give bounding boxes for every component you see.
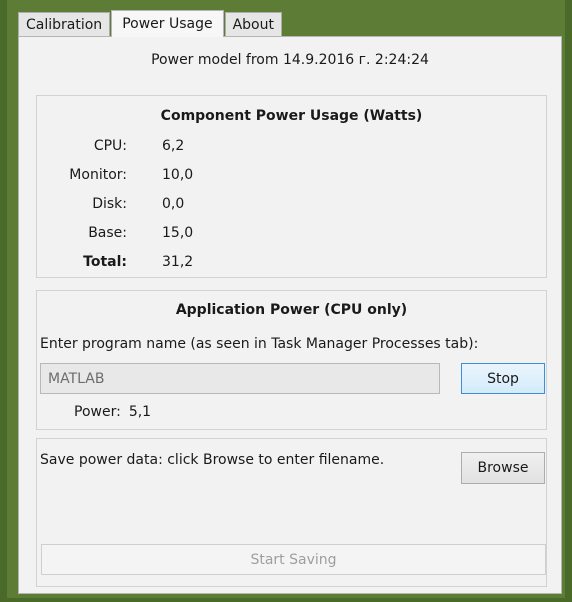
power-value: 5,1 <box>128 404 152 420</box>
component-label: Total: <box>83 254 127 270</box>
component-row-disk: Disk: 0,0 <box>37 196 337 216</box>
component-row-monitor: Monitor: 10,0 <box>37 167 337 187</box>
tab-about[interactable]: About <box>224 12 282 36</box>
component-row-cpu: CPU: 6,2 <box>37 138 337 158</box>
tab-power-usage[interactable]: Power Usage <box>111 10 224 37</box>
save-power-group: Save power data: click Browse to enter f… <box>36 438 547 587</box>
start-saving-button[interactable]: Start Saving <box>41 544 546 575</box>
tab-calibration[interactable]: Calibration <box>18 12 111 36</box>
component-value: 31,2 <box>162 254 194 270</box>
application-power-readout: Power: 5,1 <box>74 404 151 420</box>
component-row-base: Base: 15,0 <box>37 225 337 245</box>
application-power-title: Application Power (CPU only) <box>175 302 408 318</box>
application-power-group: Application Power (CPU only) Enter progr… <box>36 290 547 430</box>
power-usage-panel: Power model from 14.9.2016 г. 2:24:24 Co… <box>18 36 562 594</box>
component-label: CPU: <box>93 138 127 154</box>
tab-strip: Calibration Power Usage About <box>18 10 283 37</box>
component-row-total: Total: 31,2 <box>37 254 337 274</box>
stop-button[interactable]: Stop <box>461 363 545 394</box>
component-value: 6,2 <box>162 138 185 154</box>
save-instructions: Save power data: click Browse to enter f… <box>40 452 385 468</box>
component-label: Disk: <box>92 196 127 212</box>
component-value: 0,0 <box>162 196 185 212</box>
power-label: Power: <box>74 404 121 420</box>
component-label: Monitor: <box>69 167 127 183</box>
program-name-input[interactable] <box>40 363 440 394</box>
component-value: 10,0 <box>162 167 194 183</box>
browse-button[interactable]: Browse <box>461 452 545 484</box>
app-window: Calibration Power Usage About Power mode… <box>7 0 565 598</box>
component-power-title: Component Power Usage (Watts) <box>160 108 423 124</box>
component-label: Base: <box>88 225 127 241</box>
component-value: 15,0 <box>162 225 194 241</box>
power-model-timestamp: Power model from 14.9.2016 г. 2:24:24 <box>151 52 429 68</box>
program-name-prompt: Enter program name (as seen in Task Mana… <box>40 336 479 352</box>
component-power-group: Component Power Usage (Watts) CPU: 6,2 M… <box>36 95 547 278</box>
